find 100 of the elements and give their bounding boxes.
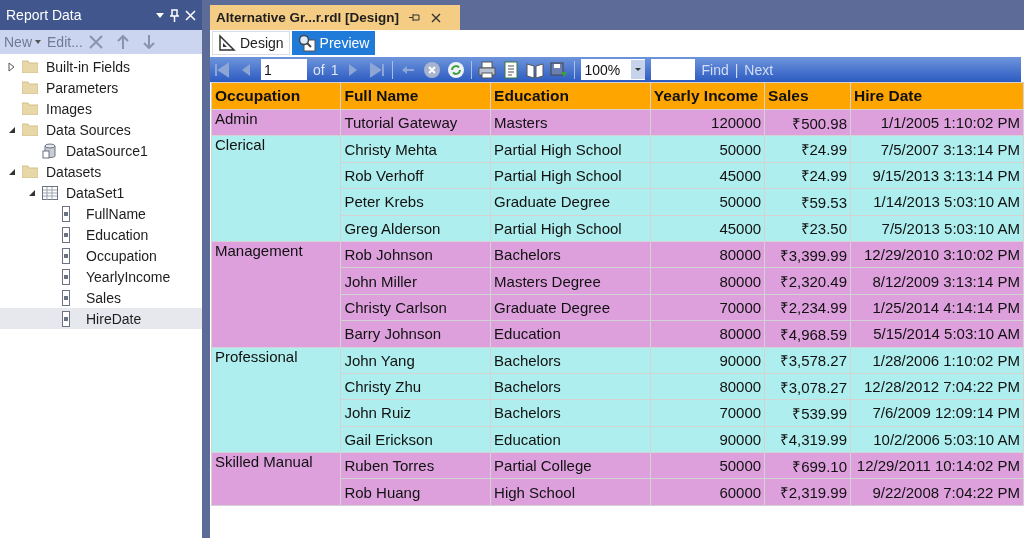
folder-icon [22,102,38,115]
table-cell: ₹23.50 [764,215,851,242]
tree-item[interactable]: DataSource1 [0,140,202,161]
tree-item[interactable]: Built-in Fields [0,56,202,77]
table-cell: Christy Mehta [340,135,491,163]
table-cell: 1/1/2005 1:10:02 PM [850,109,1024,136]
tree-item[interactable]: YearlyIncome [0,266,202,287]
collapsed-icon[interactable] [8,61,16,72]
expanded-icon[interactable] [8,167,16,176]
table-cell: 12/29/2011 10:14:02 PM [850,452,1024,479]
table-cell: 60000 [650,478,765,506]
table-cell: 50000 [650,135,765,163]
table-cell: 70000 [650,399,765,427]
database-icon [42,142,58,159]
table-cell: ₹2,320.49 [764,267,851,295]
tree-item[interactable]: Occupation [0,245,202,266]
table-cell: Barry Johnson [340,320,491,347]
table-cell: ₹4,968.59 [764,320,851,347]
field-icon [62,310,70,327]
table-cell: Bachelors [490,373,651,400]
table-cell: Management [211,241,341,347]
table-icon [42,185,58,200]
table-cell: 1/14/2013 5:03:10 AM [850,188,1024,216]
column-header: Hire Date [850,82,1024,110]
table-cell: ₹4,319.99 [764,426,851,453]
document-title: Alternative Gr...r.rdl [Design] [216,10,400,25]
tree-item[interactable]: HireDate [0,308,202,329]
table-cell: 80000 [650,241,765,268]
expanded-icon[interactable] [8,125,16,134]
table-cell: 12/29/2010 3:10:02 PM [850,241,1024,268]
tree-item[interactable]: Education [0,224,202,245]
table-cell: Partial High School [490,215,651,242]
dropdown-icon[interactable] [156,12,164,18]
table-cell: 10/2/2006 5:03:10 AM [850,426,1024,453]
table-cell: Rob Johnson [340,241,491,268]
export-icon[interactable] [550,60,569,79]
column-header: Education [490,82,651,110]
document-icon[interactable] [502,60,521,79]
book-icon[interactable] [526,60,545,79]
page-of-label: of [313,61,325,78]
table-cell: Admin [211,109,341,136]
field-icon [62,226,70,243]
table-cell: 50000 [650,452,765,479]
table-cell: 5/15/2014 5:03:10 AM [850,320,1024,347]
column-header: Yearly Income [650,82,765,110]
table-cell: Education [490,320,651,347]
table-cell: 12/28/2012 7:04:22 PM [850,373,1024,400]
refresh-icon[interactable] [447,60,466,79]
table-cell: Tutorial Gateway [340,109,491,136]
tree-item[interactable]: Sales [0,287,202,308]
view-tab[interactable]: Design [212,30,290,55]
expanded-icon[interactable] [28,188,36,197]
folder-icon [22,123,38,136]
table-cell: 1/25/2014 4:14:14 PM [850,294,1024,321]
view-tab[interactable]: Preview [291,30,376,55]
table-cell: 120000 [650,109,765,136]
table-cell: Gail Erickson [340,426,491,453]
field-icon [62,247,70,264]
panel-title: Report Data [6,7,83,23]
tree-item[interactable]: Data Sources [0,119,202,140]
tree-item[interactable]: FullName [0,203,202,224]
table-cell: 80000 [650,373,765,400]
ruler-triangle-icon [218,33,236,52]
table-cell: ₹2,319.99 [764,478,851,506]
table-cell: Bachelors [490,241,651,268]
table-cell: 90000 [650,426,765,453]
page-field[interactable]: 1 [261,59,307,80]
print-icon[interactable] [478,60,497,79]
table-cell: Graduate Degree [490,188,651,216]
table-cell: ₹3,399.99 [764,241,851,268]
tree-item[interactable]: Datasets [0,161,202,182]
zoom-dropdown[interactable]: 100% [581,59,646,80]
column-header: Sales [764,82,851,110]
table-cell: 45000 [650,215,765,242]
tree-item[interactable]: Parameters [0,77,202,98]
pin-icon[interactable] [170,8,179,22]
table-cell: ₹3,578.27 [764,347,851,374]
field-icon [62,268,70,285]
table-cell: 80000 [650,320,765,347]
table-cell: Partial College [490,452,651,479]
table-cell: 8/12/2009 3:13:14 PM [850,267,1024,295]
pin-icon[interactable] [409,13,422,22]
close-icon[interactable] [431,12,442,23]
table-cell: 7/6/2009 12:09:14 PM [850,399,1024,427]
table-cell: Bachelors [490,347,651,374]
table-cell: John Ruiz [340,399,491,427]
find-field[interactable] [651,59,696,80]
caret-icon [635,68,642,71]
table-cell: 9/22/2008 7:04:22 PM [850,478,1024,506]
table-cell: Greg Alderson [340,215,491,242]
tree-item[interactable]: DataSet1 [0,182,202,203]
table-cell: 7/5/2013 5:03:10 AM [850,215,1024,242]
table-cell: 90000 [650,347,765,374]
table-cell: ₹539.99 [764,399,851,427]
tree-item[interactable]: Images [0,98,202,119]
field-icon [62,289,70,306]
document-tab[interactable]: Alternative Gr...r.rdl [Design] [210,5,460,30]
page-count: 1 [330,61,339,78]
table-cell: 7/5/2007 3:13:14 PM [850,135,1024,163]
stop-icon[interactable] [423,60,442,79]
